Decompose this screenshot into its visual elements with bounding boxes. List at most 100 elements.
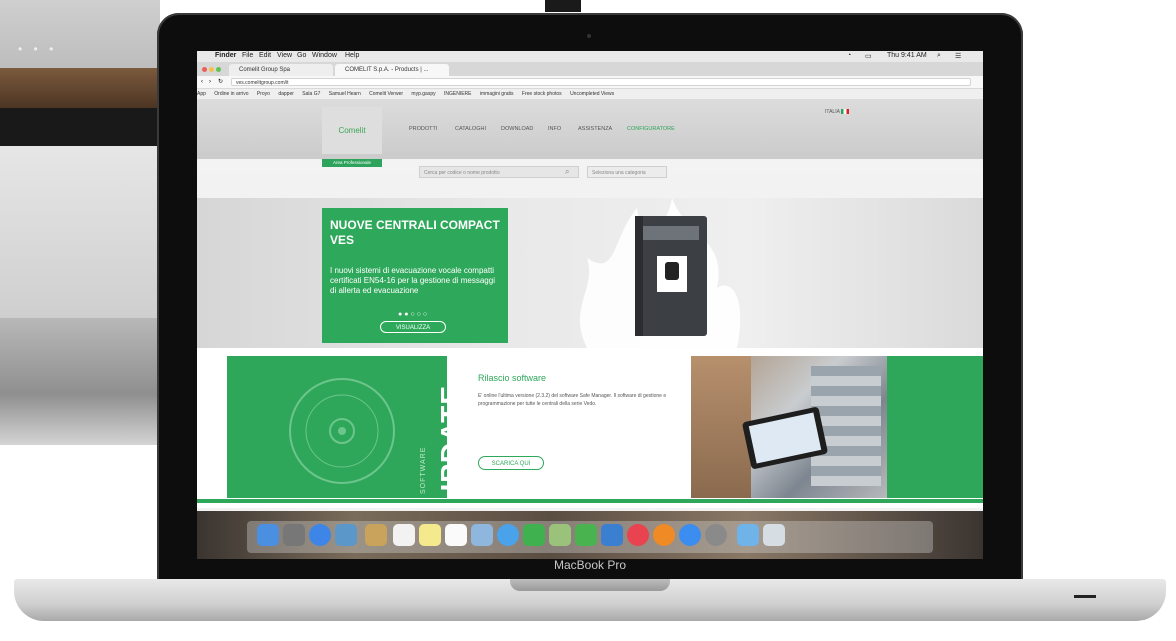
area-professionale-tag[interactable]: Area Professionale <box>322 159 382 167</box>
keynote-icon[interactable] <box>601 524 623 546</box>
product-search-input[interactable]: Cerca per codice o nome prodotto <box>419 166 579 178</box>
language-label: ITALIA <box>825 109 840 115</box>
launchpad-icon[interactable] <box>283 524 305 546</box>
minimize-window-icon[interactable] <box>209 67 214 72</box>
background-laptop-dots: • • • <box>18 42 58 56</box>
laptop-lid: Finder File Edit View Go Window Help ◔ ▭… <box>157 13 1023 583</box>
camera-icon <box>587 34 591 38</box>
bookmark-item[interactable]: Proyo <box>257 91 270 97</box>
bookmark-item[interactable]: dapper <box>278 91 294 97</box>
menu-window[interactable]: Window <box>312 52 337 59</box>
wifi-icon[interactable]: ◔ <box>847 52 851 59</box>
browser-tab[interactable]: Comelit Group Spa <box>229 64 333 76</box>
cd-icon <box>289 378 395 484</box>
url-field[interactable]: ves.comelitgroup.com/it <box>231 78 971 86</box>
hero-banner: NUOVE CENTRALI COMPACT VES I nuovi siste… <box>197 198 983 348</box>
green-divider <box>197 499 983 503</box>
calendar-icon[interactable] <box>393 524 415 546</box>
language-selector[interactable]: ITALIA <box>825 109 850 115</box>
maps-icon[interactable] <box>549 524 571 546</box>
background-laptop-dark-strip <box>0 108 160 146</box>
update-green-panel: UPDATE SOFTWARE <box>227 356 447 498</box>
site-header: Comelit PRODOTTI CATALOGHI DOWNLOAD INFO… <box>197 99 983 178</box>
nav-download[interactable]: DOWNLOAD <box>501 126 533 132</box>
app-store-icon[interactable] <box>679 524 701 546</box>
mac-menubar: Finder File Edit View Go Window Help ◔ ▭… <box>197 51 983 62</box>
trash-icon[interactable] <box>763 524 785 546</box>
search-icon[interactable]: ⌕ <box>937 52 941 60</box>
ibooks-icon[interactable] <box>653 524 675 546</box>
release-text: E' online l'ultima versione (2.3.2) del … <box>478 393 667 407</box>
bookmark-item[interactable]: Uncompleted Views <box>570 91 614 97</box>
nav-prodotti[interactable]: PRODOTTI <box>409 126 437 132</box>
search-icon[interactable]: ⌕ <box>565 167 569 177</box>
bookmark-item[interactable]: Samuel Hearn <box>329 91 361 97</box>
bookmark-item[interactable]: Free stock photos <box>522 91 562 97</box>
browser-tabstrip: Comelit Group Spa COMELIT S.p.A. - Produ… <box>197 62 983 76</box>
background-edge <box>545 0 581 12</box>
reload-icon[interactable]: ↻ <box>218 76 223 88</box>
bookmark-item[interactable]: Ordine in arrivo <box>214 91 248 97</box>
itunes-icon[interactable] <box>627 524 649 546</box>
close-window-icon[interactable] <box>202 67 207 72</box>
nav-cataloghi[interactable]: CATALOGHI <box>455 126 486 132</box>
laptop-screen: Finder File Edit View Go Window Help ◔ ▭… <box>197 51 983 559</box>
download-button[interactable]: SCARICA QUI <box>478 456 544 470</box>
logo-text: Comelit <box>338 126 366 135</box>
menu-finder[interactable]: Finder <box>215 52 236 59</box>
nav-assistenza[interactable]: ASSISTENZA <box>578 126 612 132</box>
system-preferences-icon[interactable] <box>705 524 727 546</box>
bookmark-item[interactable]: myp.gaspy <box>411 91 435 97</box>
visualizza-button[interactable]: VISUALIZZA <box>380 321 446 333</box>
site-logo[interactable]: Comelit <box>322 107 382 154</box>
update-section: UPDATE SOFTWARE Rilascio software E' onl… <box>197 348 983 508</box>
bookmark-item[interactable]: INGENIERE <box>444 91 472 97</box>
bookmark-item[interactable]: Comelit Verwer <box>369 91 403 97</box>
update-word: UPDATE <box>435 384 447 498</box>
facetime-icon[interactable] <box>523 524 545 546</box>
slider-dots[interactable]: ●●○○○ <box>398 311 429 318</box>
bookmarks-bar: App Ordine in arrivo Proyo dapper Sala G… <box>197 89 983 99</box>
safari-icon[interactable] <box>309 524 331 546</box>
bookmark-item[interactable]: Sala G7 <box>302 91 320 97</box>
mac-desktop-dock-area <box>197 511 983 559</box>
nav-configuratore[interactable]: CONFIGURATORE <box>627 126 675 132</box>
laptop-notch <box>510 579 670 591</box>
background-laptop: • • • <box>0 0 160 445</box>
italy-flag-icon <box>841 109 850 115</box>
downloads-folder-icon[interactable] <box>737 524 759 546</box>
stickies-icon[interactable] <box>419 524 441 546</box>
menubar-clock[interactable]: Thu 9:41 AM <box>887 52 927 59</box>
nav-info[interactable]: INFO <box>548 126 561 132</box>
numbers-icon[interactable] <box>575 524 597 546</box>
notes-icon[interactable] <box>365 524 387 546</box>
laptop-base <box>14 579 1166 621</box>
fire-panel-illustration <box>579 198 741 348</box>
background-laptop-photo-strip <box>0 68 160 108</box>
finder-icon[interactable] <box>257 524 279 546</box>
photo-viewer-icon[interactable] <box>335 524 357 546</box>
address-bar: ‹ › ↻ ves.comelitgroup.com/it <box>197 76 983 89</box>
bookmark-item[interactable]: immagini gratis <box>480 91 514 97</box>
menu-file[interactable]: File <box>242 52 253 59</box>
technician-photo <box>691 356 887 498</box>
forward-icon[interactable]: › <box>209 76 211 88</box>
menu-list-icon[interactable]: ☰ <box>955 52 961 60</box>
menu-help[interactable]: Help <box>345 52 359 59</box>
preview-icon[interactable] <box>471 524 493 546</box>
background-laptop-topbar <box>0 0 160 68</box>
browser-tab-active[interactable]: COMELIT S.p.A. - Products | ... <box>335 64 449 76</box>
reminders-icon[interactable] <box>445 524 467 546</box>
menu-edit[interactable]: Edit <box>259 52 271 59</box>
device-label: MacBook Pro <box>553 558 627 572</box>
messages-icon[interactable] <box>497 524 519 546</box>
zoom-window-icon[interactable] <box>216 67 221 72</box>
background-laptop-lower-panel <box>0 318 160 445</box>
bookmark-item[interactable]: App <box>197 91 206 97</box>
hero-text: I nuovi sistemi di evacuazione vocale co… <box>330 266 495 295</box>
back-icon[interactable]: ‹ <box>201 76 203 88</box>
category-select[interactable]: Seleziona una categoria <box>587 166 667 178</box>
menu-go[interactable]: Go <box>297 52 306 59</box>
battery-icon[interactable]: ▭ <box>865 52 872 60</box>
menu-view[interactable]: View <box>277 52 292 59</box>
